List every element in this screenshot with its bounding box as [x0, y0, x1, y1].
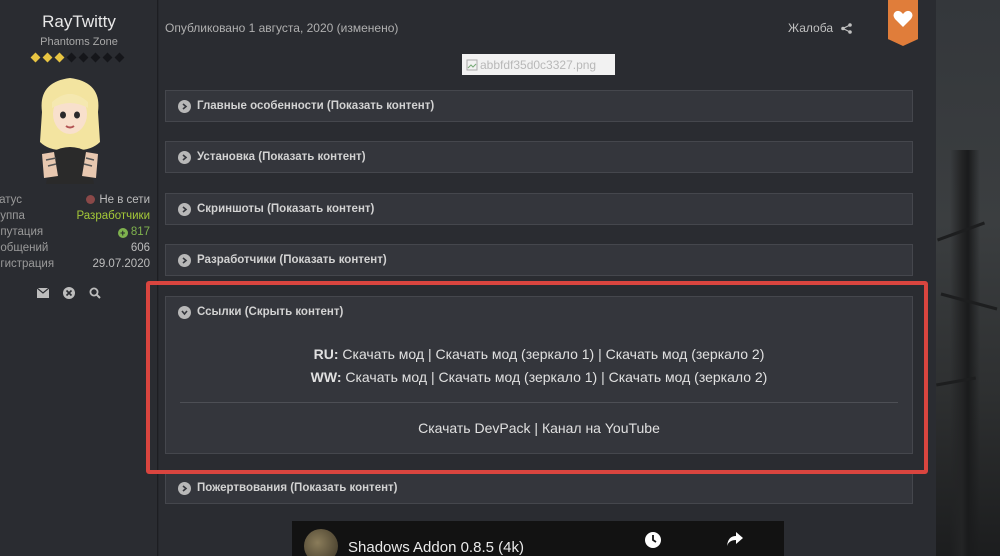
chevron-right-icon	[178, 150, 191, 164]
spoiler-links-header[interactable]: Ссылки (Скрыть контент)	[166, 297, 912, 327]
separator: |	[430, 369, 435, 385]
spoiler-label: Скриншоты (Показать контент)	[197, 203, 375, 215]
stat-group: руппа Разработчики	[0, 210, 150, 222]
separator: |	[601, 369, 605, 385]
spoiler-donations[interactable]: Пожертвования (Показать контент)	[165, 472, 913, 504]
mirror2-link[interactable]: Скачать мод (зеркало 2)	[606, 346, 765, 362]
ru-prefix: RU:	[313, 346, 339, 362]
block-icon[interactable]	[62, 286, 76, 300]
stat-status: татус Не в сети	[0, 194, 150, 206]
spoiler-links: Ссылки (Скрыть контент) RU: Скачать мод …	[165, 296, 913, 454]
youtube-embed[interactable]: Shadows Addon 0.8.5 (4k)	[292, 521, 784, 556]
spoiler-features[interactable]: Главные особенности (Показать контент)	[165, 90, 913, 122]
watch-later-icon[interactable]	[644, 531, 662, 549]
chevron-right-icon	[178, 253, 191, 267]
spoiler-label: Ссылки (Скрыть контент)	[197, 306, 344, 318]
spoiler-label: Разработчики (Показать контент)	[197, 254, 387, 266]
chevron-down-icon	[178, 305, 191, 319]
spoiler-label: Главные особенности (Показать контент)	[197, 100, 435, 112]
search-icon[interactable]	[88, 286, 102, 300]
separator: |	[427, 346, 432, 362]
stat-registered: егистрация 29.07.2020	[0, 258, 150, 270]
author-name[interactable]: RayTwitty	[0, 12, 158, 32]
author-actions	[36, 286, 102, 300]
heart-icon	[893, 10, 913, 27]
spoiler-label: Установка (Показать контент)	[197, 151, 366, 163]
broken-image: abbfdf35d0c3327.png	[462, 54, 615, 75]
mirror2-link[interactable]: Скачать мод (зеркало 2)	[609, 369, 768, 385]
chevron-right-icon	[178, 481, 191, 495]
divider	[180, 402, 898, 403]
ww-links-line: WW: Скачать мод | Скачать мод (зеркало 1…	[180, 366, 898, 389]
download-link[interactable]: Скачать мод	[342, 346, 424, 362]
chevron-right-icon	[178, 99, 191, 113]
offline-dot-icon	[86, 195, 96, 204]
share-icon[interactable]	[841, 22, 852, 34]
like-badge[interactable]	[888, 0, 918, 46]
devpack-link[interactable]: Скачать DevPack	[418, 420, 530, 436]
ru-links-line: RU: Скачать мод | Скачать мод (зеркало 1…	[180, 343, 898, 366]
report-label[interactable]: Жалоба	[788, 21, 833, 35]
report-link[interactable]: Жалоба	[788, 21, 852, 35]
author-panel: RayTwitty Phantoms Zone татус Не в сети …	[0, 0, 158, 556]
envelope-icon[interactable]	[36, 286, 50, 300]
separator: |	[534, 420, 539, 436]
ww-prefix: WW:	[310, 369, 342, 385]
channel-avatar[interactable]	[304, 529, 338, 556]
spoiler-installation[interactable]: Установка (Показать контент)	[165, 141, 913, 173]
mirror1-link[interactable]: Скачать мод (зеркало 1)	[438, 369, 597, 385]
plus-icon: +	[117, 228, 128, 238]
spoiler-label: Пожертвования (Показать контент)	[197, 482, 398, 494]
stat-posts: ообщений 606	[0, 242, 150, 254]
author-stats: татус Не в сети руппа Разработчики епута…	[0, 192, 150, 272]
author-group-title: Phantoms Zone	[40, 36, 118, 48]
youtube-link[interactable]: Канал на YouTube	[542, 420, 660, 436]
chevron-right-icon	[178, 202, 191, 216]
spoiler-developers[interactable]: Разработчики (Показать контент)	[165, 244, 913, 276]
video-title[interactable]: Shadows Addon 0.8.5 (4k)	[348, 539, 524, 556]
share-arrow-icon[interactable]	[726, 531, 744, 547]
post-date[interactable]: Опубликовано 1 августа, 2020 (изменено)	[165, 21, 398, 35]
rank-pips	[30, 52, 125, 63]
post-content: Опубликовано 1 августа, 2020 (изменено) …	[159, 0, 936, 556]
spoiler-screenshots[interactable]: Скриншоты (Показать контент)	[165, 193, 913, 225]
background-scenery	[936, 0, 1000, 556]
separator: |	[598, 346, 602, 362]
broken-image-icon	[466, 59, 478, 70]
download-link[interactable]: Скачать мод	[345, 369, 427, 385]
extra-links-line: Скачать DevPack | Канал на YouTube	[180, 417, 898, 440]
stat-reputation: епутация +817	[0, 226, 150, 238]
avatar[interactable]	[30, 72, 110, 187]
mirror1-link[interactable]: Скачать мод (зеркало 1)	[436, 346, 595, 362]
